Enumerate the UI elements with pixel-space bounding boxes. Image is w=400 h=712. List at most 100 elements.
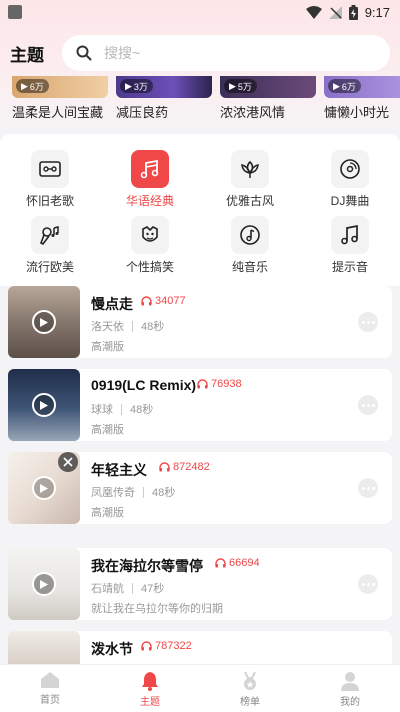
nav-charts[interactable]: 榜单	[200, 665, 300, 712]
song-row[interactable]: 泼水节 787322	[8, 631, 392, 664]
more-options-button[interactable]	[358, 395, 378, 415]
play-button[interactable]	[32, 476, 56, 500]
category-dj-dance[interactable]: DJ舞曲	[310, 150, 390, 209]
nav-mine[interactable]: 我的	[300, 665, 400, 712]
nav-theme[interactable]: 主题	[100, 665, 200, 712]
music-disc-icon	[231, 216, 269, 254]
song-row[interactable]: 慢点走 34077 洛天依 48秒 高潮版	[8, 286, 392, 358]
playlist-strip[interactable]: ▶ 6万 温柔是人间宝藏 ▶ 3万 减压良药 ▶ 5万 浓浓港风情 ▶ 6万 慵懒小时光	[0, 76, 400, 124]
nav-home[interactable]: 首页	[0, 665, 100, 712]
search-placeholder: 搜搜~	[104, 45, 141, 61]
play-count-badge: ▶ 6万	[328, 79, 361, 93]
song-duration: 48秒	[141, 321, 165, 333]
bottom-nav: 首页 主题 榜单 我的	[0, 664, 400, 712]
song-duration: 48秒	[130, 404, 154, 416]
category-nostalgic[interactable]: 怀旧老歌	[10, 150, 90, 209]
playlist-cover: ▶ 3万	[116, 76, 212, 98]
no-signal-icon	[328, 5, 342, 19]
song-row[interactable]: 我在海拉尔等雪停 66694 石靖航 47秒 就让我在乌拉尔等你的归期	[8, 548, 392, 620]
medal-icon	[244, 671, 256, 690]
vinyl-disc-icon	[331, 150, 369, 188]
headphones-icon	[197, 379, 208, 389]
cassette-icon	[31, 150, 69, 188]
search-icon	[76, 45, 92, 61]
category-label: 怀旧老歌	[25, 194, 74, 208]
category-ancient-style[interactable]: 优雅古风	[210, 150, 290, 209]
play-icon	[40, 400, 48, 410]
category-label: 流行欧美	[25, 260, 74, 274]
wifi-icon	[305, 5, 322, 19]
music-notes-icon	[131, 150, 169, 188]
playlist-name: 减压良药	[116, 105, 169, 120]
play-triangle-icon: ▶	[125, 80, 132, 91]
song-meta: 球球 48秒	[91, 401, 153, 417]
play-button[interactable]	[32, 393, 56, 417]
meta-divider	[121, 403, 122, 415]
song-row[interactable]: 年轻主义 872482 凤凰传奇 48秒 高潮版	[8, 452, 392, 524]
song-meta: 石靖航 47秒	[91, 580, 164, 596]
category-ringtone[interactable]: 提示音	[310, 216, 390, 275]
song-title: 0919(LC Remix)	[91, 377, 197, 393]
meta-divider	[132, 582, 133, 594]
song-artist: 洛天依	[91, 321, 124, 333]
more-options-button[interactable]	[358, 574, 378, 594]
play-button[interactable]	[32, 310, 56, 334]
song-cover	[8, 631, 80, 664]
song-row[interactable]: 0919(LC Remix) 76938 球球 48秒 高潮版	[8, 369, 392, 441]
nav-label: 榜单	[240, 697, 260, 708]
playlist-card[interactable]: ▶ 3万 减压良药	[116, 76, 212, 124]
song-title: 我在海拉尔等雪停	[91, 558, 203, 574]
playlist-card[interactable]: ▶ 6万 温柔是人间宝藏	[12, 76, 108, 124]
category-funny[interactable]: 个性搞笑	[110, 216, 190, 275]
category-label: 华语经典	[125, 194, 174, 208]
category-chinese-classics[interactable]: 华语经典	[110, 150, 190, 209]
song-artist: 石靖航	[91, 583, 124, 595]
search-input[interactable]: 搜搜~	[62, 35, 390, 71]
category-label: DJ舞曲	[330, 194, 370, 208]
close-icon[interactable]	[58, 452, 78, 472]
person-icon	[341, 672, 359, 691]
song-artist: 球球	[91, 404, 113, 416]
category-label: 个性搞笑	[125, 260, 174, 274]
play-count-badge: ▶ 3万	[120, 79, 153, 93]
playlist-cover: ▶ 6万	[324, 76, 400, 98]
nav-label: 主题	[140, 697, 160, 708]
play-count-badge: ▶ 6万	[16, 79, 49, 93]
category-pop-western[interactable]: 流行欧美	[10, 216, 90, 275]
song-artist: 凤凰传奇	[91, 487, 135, 499]
nav-label: 首页	[40, 695, 60, 706]
header: 主题 搜搜~	[0, 34, 400, 72]
play-icon	[40, 579, 48, 589]
playlist-cover: ▶ 6万	[12, 76, 108, 98]
microphone-icon	[31, 216, 69, 254]
status-time: 9:17	[364, 4, 390, 20]
play-count-badge: ▶ 5万	[224, 79, 257, 93]
song-meta: 凤凰传奇 48秒	[91, 484, 175, 500]
meta-divider	[132, 320, 133, 332]
song-title: 泼水节	[91, 641, 133, 657]
song-tag: 就让我在乌拉尔等你的归期	[91, 603, 223, 615]
play-icon	[40, 317, 48, 327]
play-count: 76938	[197, 378, 242, 390]
play-icon	[40, 483, 48, 493]
home-icon	[41, 672, 59, 688]
play-triangle-icon: ▶	[333, 80, 340, 91]
play-count: 34077	[141, 295, 186, 307]
playlist-card[interactable]: ▶ 5万 浓浓港风情	[220, 76, 316, 124]
playlist-cover: ▶ 5万	[220, 76, 316, 98]
bell-icon	[142, 672, 158, 691]
more-options-button[interactable]	[358, 312, 378, 332]
song-cover	[8, 369, 80, 441]
song-cover	[8, 286, 80, 358]
music-note-icon	[331, 216, 369, 254]
playlist-card[interactable]: ▶ 6万 慵懒小时光	[324, 76, 400, 124]
more-options-button[interactable]	[358, 478, 378, 498]
play-button[interactable]	[32, 572, 56, 596]
nav-label: 我的	[340, 697, 360, 708]
lotus-icon	[231, 150, 269, 188]
category-pure-music[interactable]: 纯音乐	[210, 216, 290, 275]
play-count: 787322	[141, 640, 192, 652]
headphones-icon	[141, 641, 152, 651]
song-cover	[8, 452, 80, 524]
status-bar: 9:17	[0, 0, 400, 24]
